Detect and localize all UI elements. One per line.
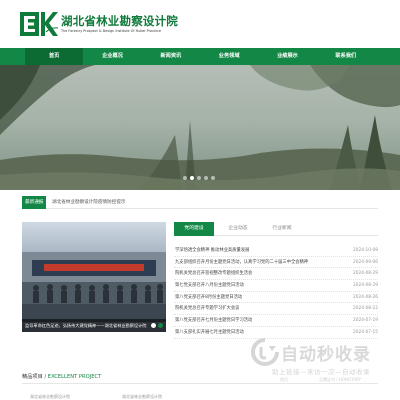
banner-pagination: [183, 176, 215, 180]
projects-title-en: / EXCELLENT PROJECT: [42, 374, 102, 380]
projects-title-cn: 精品项目: [22, 374, 43, 380]
nav-item-contact[interactable]: 联系我们: [317, 48, 375, 65]
site-header: 湖北省林业勘察设计院 The Forestry Prospect & Desig…: [0, 0, 400, 48]
banner-dot-active[interactable]: [190, 176, 194, 180]
projects-thumbnails: 湖北省林业勘察设计院 湖北省林业勘察设计院: [22, 391, 378, 400]
projects-title: 精品项目 / EXCELLENT PROJECT: [22, 372, 101, 383]
news-pagination: [151, 323, 163, 328]
nav-item-business[interactable]: 业务领域: [200, 48, 258, 65]
banner-dot[interactable]: [183, 176, 187, 180]
list-item-title[interactable]: 第八党支部召开8月份主题党日活动: [175, 292, 242, 304]
list-item-title[interactable]: 第八党支部召开七月份主题党日学习活动: [175, 315, 252, 327]
list-item[interactable]: 院机关党总召开巡视整改专题组织生活会 2024-08-29: [174, 268, 378, 281]
list-item-date: 2024-08-29: [353, 271, 378, 277]
notice-bar: 最新通报 湖北省林业勘察设计院疫情防控提示: [22, 196, 378, 209]
brand-title: 湖北省林业勘察设计院: [61, 14, 178, 28]
list-item-date: 2024-08-26: [353, 294, 378, 300]
nav-item-projects[interactable]: 业绩展示: [258, 48, 316, 65]
list-item-date: 2024-07-19: [353, 318, 378, 324]
news-tabs: 党的建设 企业动态 行业新闻: [174, 222, 378, 236]
banner-dot[interactable]: [204, 176, 208, 180]
list-item-date: 2024-10-08: [353, 248, 378, 253]
nav-item-home[interactable]: 首页: [25, 48, 84, 65]
list-item-title[interactable]: 第八支部扎实开展七月主题党日活动: [175, 327, 244, 339]
hero-banner[interactable]: [0, 65, 400, 190]
list-item-title[interactable]: 学深悟透全会精神 推动林业高质量发展: [175, 245, 249, 257]
news-dot[interactable]: [151, 323, 156, 328]
watermark-logo-icon: [251, 338, 279, 366]
forestry-logo-icon[interactable]: [20, 9, 60, 39]
list-item-date: 2024-08-29: [353, 283, 378, 289]
list-item[interactable]: 院机关党总召开专题学习扩大会议 2024-08-22: [174, 303, 378, 316]
news-list: 学深悟透全会精神 推动林业高质量发展 2024-10-08 九支部组织召开月份主…: [174, 245, 378, 339]
list-item[interactable]: 九支部组织召开月份主题党日活动，认真学习党的二十届三中全会精神 2024-09-…: [174, 257, 378, 269]
project-thumb-label[interactable]: 湖北省林业勘察设计院: [30, 394, 70, 400]
list-item[interactable]: 第八党支部召开8月份主题党日活动 2024-08-26: [174, 292, 378, 304]
list-item-date: 2024-09-06: [353, 259, 378, 265]
nav-items: 首页 企业概况 新闻资讯 业务领域 业绩展示 联系我们: [25, 48, 375, 65]
list-item[interactable]: 第七党支部召开八月份主题党日活动 2024-08-29: [174, 280, 378, 292]
tab-industry-news[interactable]: 行业新闻: [262, 222, 302, 236]
list-item-title[interactable]: 九支部组织召开月份主题党日活动，认真学习党的二十届三中全会精神: [175, 257, 308, 269]
news-dot-active[interactable]: [158, 323, 163, 328]
notice-link[interactable]: 湖北省林业勘察设计院疫情防控提示: [52, 196, 126, 209]
nav-item-news[interactable]: 新闻资讯: [142, 48, 200, 65]
banner-dot[interactable]: [197, 176, 201, 180]
main-nav: 首页 企业概况 新闻资讯 业务领域 业绩展示 联系我们: [0, 48, 400, 65]
nav-item-company[interactable]: 企业概况: [83, 48, 141, 65]
notice-tag: 最新通报: [22, 196, 47, 209]
banner-forest-image: [0, 65, 400, 190]
list-item-title[interactable]: 第七党支部召开八月份主题党日活动: [175, 280, 244, 292]
brand-subtitle: The Forestry Prospect & Design Institute…: [61, 29, 162, 33]
list-item[interactable]: 第八党支部召开七月份主题党日学习活动 2024-07-19: [174, 315, 378, 327]
list-item-title[interactable]: 院机关党总召开专题学习扩大会议: [175, 303, 239, 315]
project-thumb-label[interactable]: 湖北省林业勘察设计院: [122, 394, 162, 400]
list-item[interactable]: 学深悟透全会精神 推动林业高质量发展 2024-10-08: [174, 245, 378, 257]
list-item-title[interactable]: 院机关党总召开巡视整改专题组织生活会: [175, 268, 252, 280]
watermark-title: 自动秒收录: [281, 345, 371, 365]
list-item-date: 2024-08-22: [353, 306, 378, 312]
logo-mark-svg: [20, 12, 59, 36]
news-carousel[interactable]: 监导革命红色足迹，弘扬伟大建党精神——湖北省林业勘察设计院: [22, 222, 166, 332]
news-caption[interactable]: 监导革命红色足迹，弘扬伟大建党精神——湖北省林业勘察设计院: [22, 319, 166, 332]
news-photo: [22, 252, 166, 322]
tab-company-news[interactable]: 企业动态: [218, 222, 258, 236]
banner-dot[interactable]: [211, 176, 215, 180]
projects-header: 精品项目 / EXCELLENT PROJECT: [22, 372, 378, 384]
tab-party-building[interactable]: 党的建设: [174, 222, 214, 236]
